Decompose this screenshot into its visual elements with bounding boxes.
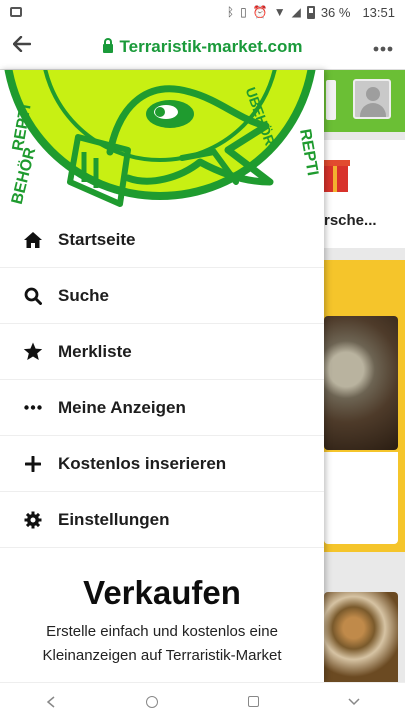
lock-icon <box>102 37 113 53</box>
background-header-button[interactable] <box>326 80 336 120</box>
menu-item-label: Meine Anzeigen <box>58 397 186 417</box>
user-avatar-icon[interactable] <box>353 79 391 119</box>
sell-title: Verkaufen <box>83 574 241 611</box>
menu-item-label: Einstellungen <box>58 509 170 529</box>
gift-icon <box>320 160 350 192</box>
system-nav-bar <box>0 682 405 720</box>
menu-item-label: Kostenlos inserieren <box>58 453 227 473</box>
listing-photo[interactable] <box>324 316 398 450</box>
clock: 13:51 <box>362 4 395 20</box>
nav-home-icon[interactable] <box>132 690 172 714</box>
alarm-icon: ⏰ <box>252 5 268 19</box>
drawer-menu: Startseite Suche Merkliste Meine Anzeige… <box>0 212 324 548</box>
bluetooth-icon: ᛒ <box>226 5 235 19</box>
nav-down-icon[interactable] <box>334 690 374 714</box>
background-card-text: rsche... <box>324 212 377 229</box>
search-icon <box>22 285 44 307</box>
menu-item-label: Suche <box>58 285 110 305</box>
browser-toolbar: Terraristik-market.com <box>0 24 405 70</box>
menu-item-meine-anzeigen[interactable]: Meine Anzeigen <box>0 380 324 436</box>
menu-item-suche[interactable]: Suche <box>0 268 324 324</box>
logo[interactable]: REPTI REPTI BEHÖR UBEHÖR <box>0 70 324 212</box>
gear-icon <box>22 509 44 531</box>
menu-item-kostenlos-inserieren[interactable]: Kostenlos inserieren <box>0 436 324 492</box>
listing-photo[interactable] <box>324 592 398 682</box>
star-icon <box>22 341 44 363</box>
battery-percent: 36 % <box>320 4 351 20</box>
image-icon <box>10 7 22 17</box>
wifi-icon: ▼ <box>273 5 286 19</box>
status-bar: ᛒ ▯ ⏰ ▼ ◢ 36 % 13:51 <box>0 0 405 24</box>
battery-icon <box>306 5 315 19</box>
plus-icon <box>22 453 44 475</box>
vibrate-icon: ▯ <box>240 5 247 19</box>
dots-icon <box>22 397 44 419</box>
more-dots-icon[interactable] <box>361 35 405 58</box>
home-icon <box>22 229 44 251</box>
logo-text-bottom-left: BEHÖR <box>7 145 40 206</box>
listing-card-body[interactable] <box>324 452 398 544</box>
nav-recents-icon[interactable] <box>233 690 273 714</box>
sell-description: Erstelle einfach und kostenlos eine Klei… <box>42 623 282 664</box>
signal-icon: ◢ <box>291 5 301 19</box>
menu-item-label: Merkliste <box>58 341 132 361</box>
back-arrow-icon[interactable] <box>0 35 44 58</box>
address-bar[interactable]: Terraristik-market.com <box>44 37 361 57</box>
nav-back-icon[interactable] <box>31 690 71 714</box>
menu-item-merkliste[interactable]: Merkliste <box>0 324 324 380</box>
menu-item-startseite[interactable]: Startseite <box>0 212 324 268</box>
sell-section: Verkaufen Erstelle einfach und kostenlos… <box>0 548 324 668</box>
menu-item-label: Startseite <box>58 229 136 249</box>
url-text: Terraristik-market.com <box>119 36 303 56</box>
navigation-drawer: REPTI REPTI BEHÖR UBEHÖR Startseite Such… <box>0 70 324 682</box>
logo-text-right: REPTI <box>296 128 321 177</box>
menu-item-einstellungen[interactable]: Einstellungen <box>0 492 324 548</box>
